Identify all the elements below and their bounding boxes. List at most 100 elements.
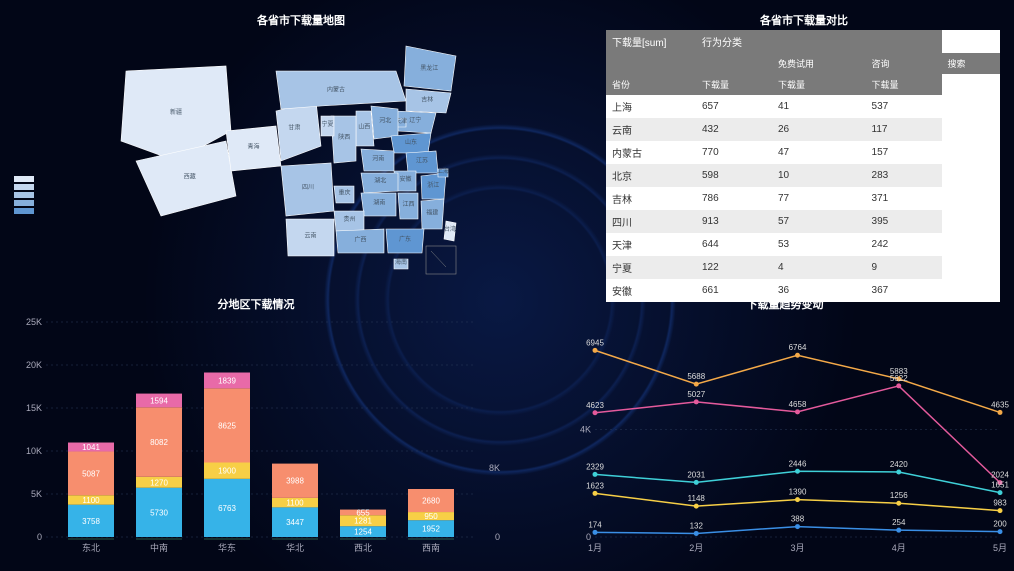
- x-tick: 3月: [790, 543, 804, 553]
- line-point[interactable]: [694, 399, 699, 404]
- x-tick: 4月: [892, 543, 906, 553]
- province-label: 江西: [402, 201, 414, 208]
- table-row[interactable]: 内蒙古77047157: [606, 141, 1000, 164]
- point-value: 4623: [586, 401, 604, 410]
- th-col: 免费试用: [772, 53, 866, 74]
- line-point[interactable]: [795, 353, 800, 358]
- y-tick: 0: [37, 532, 42, 542]
- line-panel: 下载量趋势变动 04K1月2月3月4月5月6945568867645883463…: [560, 296, 1010, 566]
- th-group: 行为分类: [696, 30, 942, 53]
- china-map[interactable]: 新疆西藏青海甘肃内蒙古黑龙江吉林辽宁北京天津河北山西陕西宁夏山东河南江苏安徽湖北…: [106, 31, 466, 281]
- table-row[interactable]: 云南43226117: [606, 118, 1000, 141]
- map-legend: [14, 176, 38, 216]
- cell-value: 53: [772, 233, 866, 256]
- svg-text:8K: 8K: [489, 463, 500, 473]
- line-point[interactable]: [998, 490, 1003, 495]
- province-label: 吉林: [421, 96, 433, 104]
- line-point[interactable]: [694, 382, 699, 387]
- bar-value: 3758: [82, 517, 100, 526]
- line-point[interactable]: [896, 469, 901, 474]
- province-label: 山东: [405, 138, 417, 146]
- cell-value: 57: [772, 210, 866, 233]
- y-tick: 25K: [26, 317, 42, 327]
- point-value: 132: [690, 521, 704, 530]
- line-point[interactable]: [795, 409, 800, 414]
- cell-value: 644: [696, 233, 772, 256]
- map-title: 各省市下载量地图: [6, 12, 596, 28]
- cell-province: 上海: [606, 95, 696, 118]
- province-label: 河南: [372, 155, 384, 163]
- cell-value: 9: [866, 256, 942, 279]
- bar-value: 1100: [82, 496, 100, 505]
- line-point[interactable]: [795, 497, 800, 502]
- th-sub1: 下载量: [696, 74, 772, 95]
- map-inset: [426, 246, 456, 274]
- province-label: 陕西: [338, 133, 350, 141]
- pivot-table[interactable]: 下载量[sum] 行为分类 免费试用咨询搜索 省份 下载量 下载量 下载量 上海…: [606, 30, 1000, 302]
- y-tick: 10K: [26, 446, 42, 456]
- line-point[interactable]: [593, 410, 598, 415]
- cell-value: 117: [866, 118, 942, 141]
- line-point[interactable]: [896, 383, 901, 388]
- stacked-bar-chart[interactable]: 05K10K15K20K25K08K3758110050871041东北5730…: [6, 312, 506, 562]
- table-row[interactable]: 上海65741537: [606, 95, 1000, 118]
- line-point[interactable]: [795, 469, 800, 474]
- th-sub3: 下载量: [866, 74, 942, 95]
- cell-value: 432: [696, 118, 772, 141]
- point-value: 1623: [586, 481, 604, 490]
- point-value: 1148: [688, 494, 706, 503]
- cell-value: 157: [866, 141, 942, 164]
- province-label: 江苏: [416, 157, 428, 165]
- cell-province: 四川: [606, 210, 696, 233]
- line-title: 下载量趋势变动: [560, 296, 1010, 312]
- line-point[interactable]: [896, 501, 901, 506]
- line-chart[interactable]: 04K1月2月3月4月5月694556886764588346354623502…: [560, 312, 1010, 562]
- bar-title: 分地区下载情况: [6, 296, 506, 312]
- province-label: 云南: [304, 232, 316, 240]
- cell-value: 4: [772, 256, 866, 279]
- legend-swatch: [14, 208, 34, 214]
- line-point[interactable]: [694, 480, 699, 485]
- cell-value: 371: [866, 187, 942, 210]
- bar-value: 5087: [82, 469, 100, 478]
- table-row[interactable]: 吉林78677371: [606, 187, 1000, 210]
- province-label: 山西: [358, 123, 370, 131]
- line-point[interactable]: [593, 530, 598, 535]
- table-panel: 各省市下载量对比 下载量[sum] 行为分类 免费试用咨询搜索 省份 下载量 下…: [600, 6, 1008, 288]
- line-point[interactable]: [593, 348, 598, 353]
- table-row[interactable]: 四川91357395: [606, 210, 1000, 233]
- x-tick: 华东: [218, 542, 236, 553]
- th-col: 咨询: [866, 53, 942, 74]
- cell-province: 北京: [606, 164, 696, 187]
- line-point[interactable]: [593, 491, 598, 496]
- line-point[interactable]: [694, 531, 699, 536]
- province-label: 湖北: [374, 177, 386, 185]
- point-value: 2329: [586, 462, 604, 471]
- cell-value: 770: [696, 141, 772, 164]
- line-point[interactable]: [795, 524, 800, 529]
- cell-province: 吉林: [606, 187, 696, 210]
- table-row[interactable]: 天津64453242: [606, 233, 1000, 256]
- line-point[interactable]: [896, 528, 901, 533]
- province-label: 甘肃: [288, 124, 300, 132]
- table-row[interactable]: 宁夏12249: [606, 256, 1000, 279]
- province-label: 浙江: [427, 181, 439, 189]
- province-label: 广西: [354, 236, 366, 244]
- province-label: 新疆: [170, 108, 182, 116]
- line-point[interactable]: [998, 529, 1003, 534]
- cell-value: 122: [696, 256, 772, 279]
- cell-value: 77: [772, 187, 866, 210]
- table-row[interactable]: 北京59810283: [606, 164, 1000, 187]
- line-point[interactable]: [593, 472, 598, 477]
- line-point[interactable]: [998, 508, 1003, 513]
- bar-value: 1952: [422, 525, 440, 534]
- line-point[interactable]: [998, 410, 1003, 415]
- line-point[interactable]: [694, 504, 699, 509]
- table-title: 各省市下载量对比: [600, 12, 1008, 28]
- point-value: 2446: [789, 459, 807, 468]
- bar-value: 3447: [286, 518, 304, 527]
- bar-panel: 分地区下载情况 05K10K15K20K25K08K37581100508710…: [6, 296, 506, 566]
- y-tick: 0: [586, 532, 591, 542]
- svg-text:0: 0: [495, 532, 500, 542]
- province-label: 台湾: [444, 225, 456, 233]
